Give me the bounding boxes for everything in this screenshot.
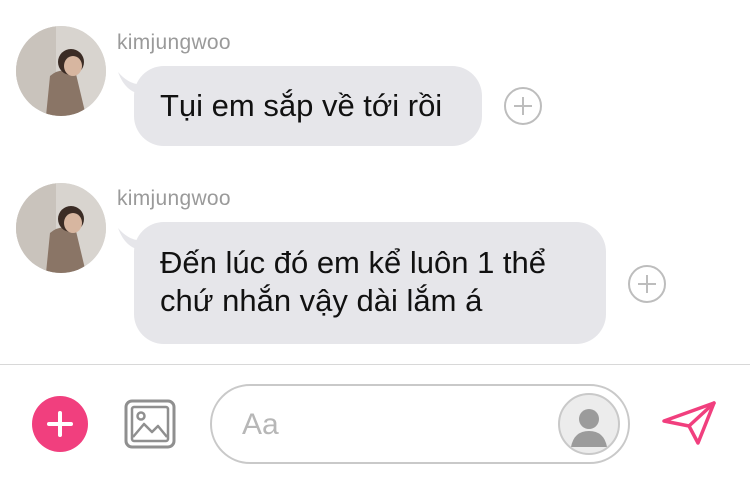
message-input[interactable] (240, 404, 544, 446)
message-bubble[interactable]: Đến lúc đó em kể luôn 1 thể chứ nhắn vậy… (134, 222, 606, 344)
message-composer (0, 365, 750, 484)
message-line: chứ nhắn vậy dài lắm á (160, 283, 483, 318)
message-line: Tụi em sắp về tới rồi (160, 88, 443, 123)
add-reaction-icon[interactable] (504, 87, 542, 125)
message-input-wrapper[interactable] (210, 384, 630, 464)
avatar-photo (16, 26, 106, 116)
add-reaction-icon[interactable] (628, 265, 666, 303)
avatar-photo (16, 183, 106, 273)
sender-avatar[interactable] (16, 183, 106, 273)
send-icon[interactable] (660, 399, 718, 447)
sender-avatar[interactable] (16, 26, 106, 116)
message-line: Đến lúc đó em kể luôn 1 thể (160, 245, 547, 280)
plus-icon[interactable] (32, 396, 88, 452)
sender-name: kimjungwoo (117, 31, 231, 54)
message-bubble[interactable]: Tụi em sắp về tới rồi (134, 66, 482, 146)
profile-icon[interactable] (558, 393, 620, 455)
profile-silhouette (571, 409, 607, 447)
sender-name: kimjungwoo (117, 187, 231, 210)
image-icon[interactable] (124, 399, 176, 449)
